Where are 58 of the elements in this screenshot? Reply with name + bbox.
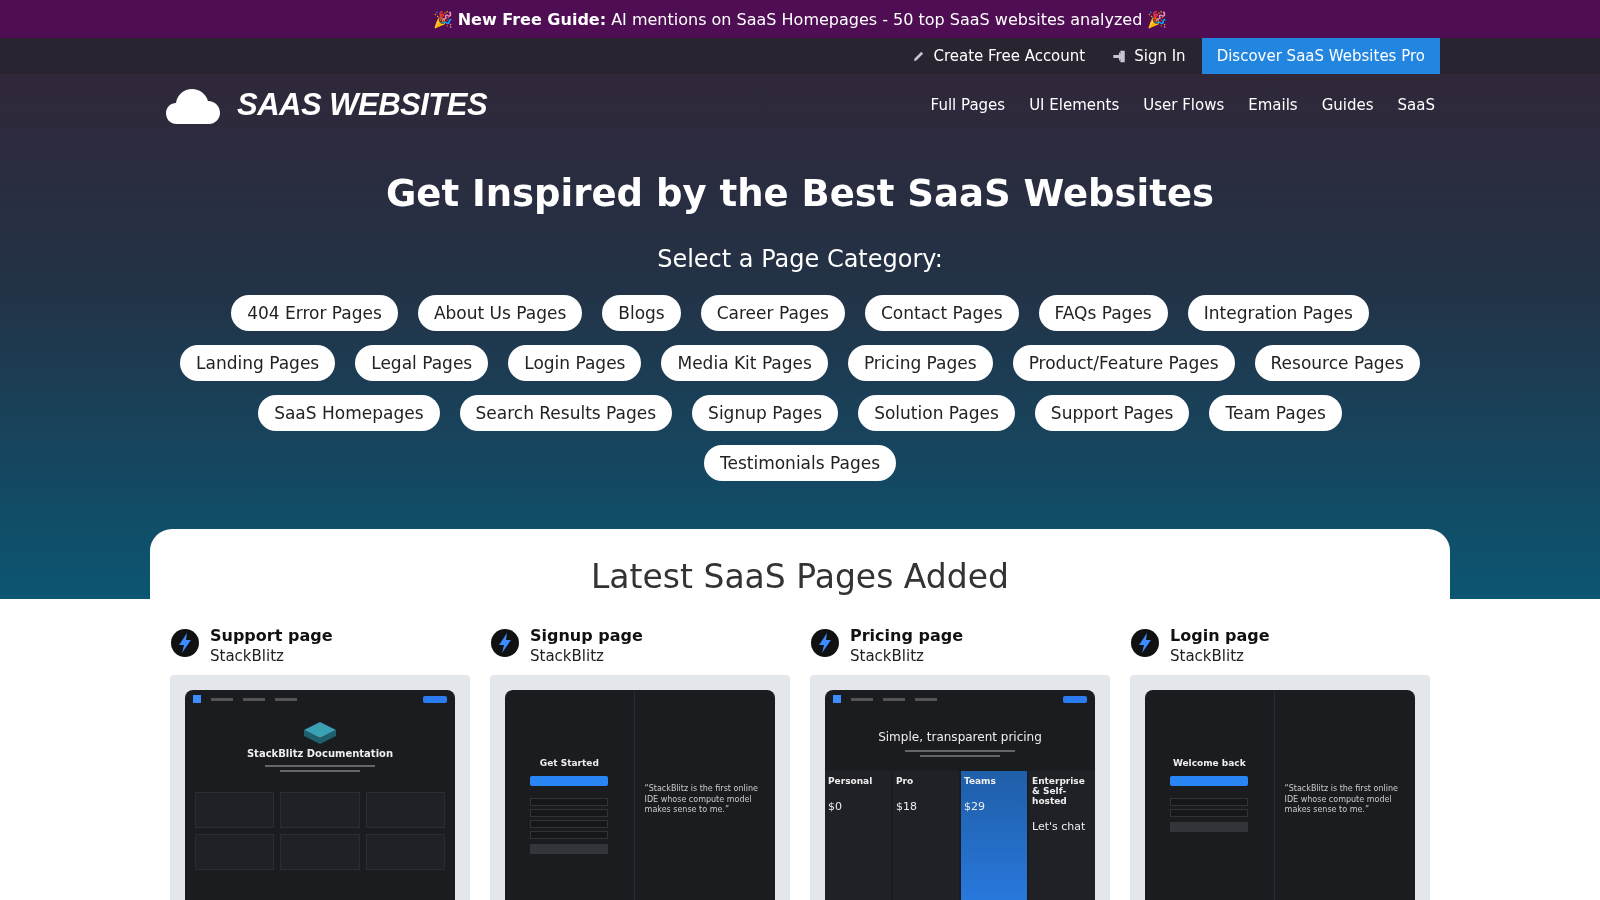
announcement-bar[interactable]: 🎉 New Free Guide: AI mentions on SaaS Homepages - 50 top SaaS websites analyzed 🎉 (0, 0, 1600, 38)
preview-frame[interactable]: StackBlitz Documentation (170, 675, 470, 900)
category-button[interactable]: Support Pages (1034, 395, 1190, 431)
category-button[interactable]: 404 Error Pages (231, 295, 398, 331)
category-button[interactable]: FAQs Pages (1038, 295, 1168, 331)
top-link[interactable]: Sign In (1101, 38, 1198, 74)
category-button[interactable]: Blogs (602, 295, 681, 331)
category-button[interactable]: Media Kit Pages (661, 345, 828, 381)
preview-quote: “StackBlitz is the first online IDE whose compute model makes sense to me.” (1284, 784, 1399, 816)
plan-card: Pro $18 (893, 771, 959, 900)
category-button[interactable]: Legal Pages (355, 345, 489, 381)
pro-button[interactable]: Discover SaaS Websites Pro (1201, 38, 1440, 74)
section-title: Latest SaaS Pages Added (590, 557, 1010, 596)
company-name[interactable]: StackBlitz (1170, 647, 1270, 665)
company-name[interactable]: StackBlitz (850, 647, 964, 665)
preview-heading: Get Started (539, 758, 599, 768)
plan-card: Enterprise & Self-hosted Let's chat (1029, 771, 1095, 900)
nav-link[interactable]: SaaS (1397, 96, 1435, 114)
category-button[interactable]: SaaS Homepages (258, 395, 440, 431)
category-button[interactable]: Resource Pages (1254, 345, 1420, 381)
hero-title: Get Inspired by the Best SaaS Websites (385, 172, 1215, 215)
category-button[interactable]: Login Pages (508, 345, 642, 381)
preview-frame[interactable]: Welcome back “StackBlitz is the first online IDE whose compute model makes sense to me.” (1130, 675, 1430, 900)
company-name[interactable]: StackBlitz (530, 647, 643, 665)
preview-heading: Simple, transparent pricing (877, 730, 1043, 744)
nav-link[interactable]: Full Pages (930, 96, 1006, 114)
category-button[interactable]: Signup Pages (692, 395, 839, 431)
page-title[interactable]: Login page (1170, 626, 1270, 645)
category-button[interactable]: Team Pages (1209, 395, 1342, 431)
category-button[interactable]: Integration Pages (1187, 295, 1369, 331)
company-name[interactable]: StackBlitz (210, 647, 333, 665)
page-title[interactable]: Support page (210, 626, 333, 645)
nav-link[interactable]: UI Elements (1029, 96, 1120, 114)
logo-text[interactable]: SAAS WEBSITES (237, 87, 488, 123)
plan-card: Personal $0 (825, 771, 891, 900)
category-button[interactable]: Search Results Pages (459, 395, 673, 431)
category-button[interactable]: Solution Pages (858, 395, 1015, 431)
category-button[interactable]: Product/Feature Pages (1012, 345, 1235, 381)
plan-card: Teams $29 (961, 771, 1027, 900)
preview-heading: StackBlitz Documentation (245, 748, 395, 759)
category-button[interactable]: Career Pages (700, 295, 845, 331)
page-title[interactable]: Signup page (530, 626, 643, 645)
top-link[interactable]: Create Free Account (900, 38, 1098, 74)
page-title[interactable]: Pricing page (850, 626, 964, 645)
category-button[interactable]: Contact Pages (864, 295, 1019, 331)
preview-quote: “StackBlitz is the first online IDE whose compute model makes sense to me.” (644, 784, 759, 816)
category-button[interactable]: Testimonials Pages (703, 445, 897, 481)
preview-frame[interactable]: Simple, transparent pricing Personal $0 Pro $18 Teams $29 Enterprise & Self-hosted Let's chat (810, 675, 1110, 900)
category-button[interactable]: About Us Pages (417, 295, 583, 331)
category-button[interactable]: Landing Pages (180, 345, 336, 381)
hero-subtitle: Select a Page Category: (657, 245, 943, 273)
preview-frame[interactable]: Get Started “StackBlitz is the first online IDE whose compute model makes sense to me.” (490, 675, 790, 900)
nav-link[interactable]: User Flows (1143, 96, 1225, 114)
announcement-text[interactable]: 🎉 New Free Guide: AI mentions on SaaS Homepages - 50 top SaaS websites analyzed 🎉 (432, 9, 1168, 29)
nav-link[interactable]: Emails (1248, 96, 1298, 114)
nav-link[interactable]: Guides (1321, 96, 1374, 114)
preview-heading: Welcome back (1172, 758, 1246, 768)
category-button[interactable]: Pricing Pages (847, 345, 993, 381)
